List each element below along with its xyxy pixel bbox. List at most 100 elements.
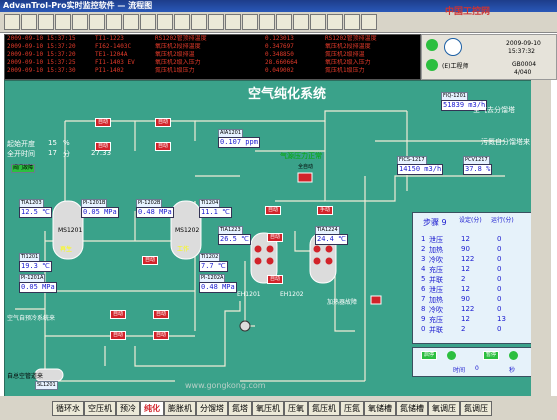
nav-tab[interactable]: 循环水 — [52, 401, 84, 416]
step-name: 冷吹 — [429, 256, 443, 264]
alarm-tag: PI1-1402 — [95, 67, 124, 74]
auto-button[interactable]: 自动 — [110, 331, 127, 340]
auto-button[interactable]: 自动 — [110, 310, 127, 319]
step-name: 冷吹 — [429, 306, 443, 314]
auto-button[interactable]: 自动 — [95, 118, 112, 127]
tia1224-value: 24.4 ℃ — [315, 234, 348, 245]
toolbar-button[interactable] — [4, 14, 20, 30]
toolbar-button[interactable] — [123, 14, 139, 30]
step-row: 0 并联 2 0 — [413, 325, 531, 335]
heater-fault-label: 加热器故障 — [327, 299, 358, 306]
step-set[interactable]: 12 — [461, 265, 470, 273]
ms1201-label: MS1201 — [58, 227, 83, 234]
valve-fault-indicator: 阀门故障 — [11, 164, 36, 173]
toolbar-button[interactable] — [89, 14, 105, 30]
step-name: 加热 — [429, 246, 443, 254]
step-set[interactable]: 12 — [461, 315, 470, 323]
date-label: 2009-09-10 — [506, 40, 541, 47]
toolbar-button[interactable] — [293, 14, 309, 30]
toolbar-button[interactable] — [174, 14, 190, 30]
step-set[interactable]: 2 — [461, 325, 465, 333]
nav-tab[interactable]: 膨胀机 — [164, 401, 196, 416]
step-set[interactable]: 90 — [461, 295, 470, 303]
alarm-time: 2009-09-10 15:37:20 — [7, 51, 76, 58]
toolbar-button[interactable] — [38, 14, 54, 30]
nav-tab[interactable]: 氮压机 — [308, 401, 340, 416]
toolbar-button[interactable] — [106, 14, 122, 30]
sl1201-tag: SL1201 — [35, 381, 58, 390]
auto-button[interactable]: 自动 — [265, 206, 282, 215]
toolbar-button[interactable] — [361, 14, 377, 30]
toolbar-button[interactable] — [225, 14, 241, 30]
toolbar-button[interactable] — [55, 14, 71, 30]
nav-tab[interactable]: 氧储槽 — [364, 401, 396, 416]
toolbar-button[interactable] — [327, 14, 343, 30]
alarm-row: 2009-09-10 15:37:25 FI1-1403 EV 氧压机2级入压力 28… — [5, 59, 420, 67]
pause-led — [509, 351, 518, 360]
alarm-text: RS1202管顶排温度 — [325, 35, 377, 42]
alarm-desc: 氧压机2段排温度 — [155, 43, 201, 50]
toolbar-button[interactable] — [157, 14, 173, 30]
auto-button[interactable]: 自动 — [155, 142, 172, 151]
time-label: 15:37:32 — [508, 48, 535, 55]
step-row: 4 充压 12 0 — [413, 265, 531, 275]
navigation-bar: 循环水 空压机 预冷 纯化 膨胀机 分馏塔 氮塔 氧压机 压氧 氮压机 压氮 氧储槽 氮储槽 氧调压 氮调压 — [0, 396, 557, 420]
step-set[interactable]: 90 — [461, 245, 470, 253]
auto-button[interactable]: 自动 — [267, 275, 284, 284]
pi1201b-value: 0.05 MPa — [81, 207, 119, 218]
auto-button[interactable]: 自动 — [95, 142, 112, 151]
nav-tab[interactable]: 氮调压 — [460, 401, 492, 416]
step-name: 并联 — [429, 276, 443, 284]
nav-tab[interactable]: 氮储槽 — [396, 401, 428, 416]
nav-tab[interactable]: 分馏塔 — [196, 401, 228, 416]
toolbar-button[interactable] — [208, 14, 224, 30]
alarm-value: 0.347697 — [265, 43, 294, 50]
step-n: 2 — [421, 245, 426, 253]
auto-button[interactable]: 自动 — [153, 331, 170, 340]
manual-button[interactable]: 手动 — [317, 206, 334, 215]
step-n: 5 — [421, 275, 426, 283]
toolbar-button[interactable] — [72, 14, 88, 30]
set-header: 设定(分) — [459, 217, 482, 224]
ms1202-label: MS1202 — [175, 227, 200, 234]
step-name: 泄压 — [429, 286, 443, 294]
pause-button[interactable]: 暂停 — [483, 351, 500, 360]
toolbar-button[interactable] — [191, 14, 207, 30]
toolbar-button[interactable] — [259, 14, 275, 30]
nav-tab[interactable]: 压氧 — [284, 401, 308, 416]
nav-tab[interactable]: 氮塔 — [228, 401, 252, 416]
toolbar-button[interactable] — [140, 14, 156, 30]
alarm-time: 2009-09-10 15:37:15 — [7, 35, 76, 42]
start-opening-value[interactable]: 15 — [48, 139, 57, 147]
step-set[interactable]: 2 — [461, 275, 465, 283]
step-set[interactable]: 12 — [461, 285, 470, 293]
nav-tab[interactable]: 压氮 — [340, 401, 364, 416]
auto-button[interactable]: 自动 — [267, 233, 284, 242]
step-set[interactable]: 122 — [461, 255, 474, 263]
auto-button[interactable]: 自动 — [153, 310, 170, 319]
toolbar-button[interactable] — [344, 14, 360, 30]
step-set[interactable]: 12 — [461, 235, 470, 243]
scrollbar[interactable] — [531, 80, 551, 396]
full-open-time-value[interactable]: 17 — [48, 149, 57, 157]
nav-tab[interactable]: 氧压机 — [252, 401, 284, 416]
step-set[interactable]: 122 — [461, 305, 474, 313]
auto-button[interactable]: 自动 — [155, 118, 172, 127]
toolbar-button[interactable] — [276, 14, 292, 30]
toolbar-button[interactable] — [310, 14, 326, 30]
nav-tab[interactable]: 空压机 — [84, 401, 116, 416]
nav-tab[interactable]: 纯化 — [140, 401, 164, 416]
step-row: 1 泄压 12 0 — [413, 235, 531, 245]
toolbar-button[interactable] — [242, 14, 258, 30]
auto-button[interactable]: 自动 — [142, 256, 159, 265]
nav-tab[interactable]: 氧调压 — [428, 401, 460, 416]
toolbar-button[interactable] — [21, 14, 37, 30]
start-stop-button[interactable]: 启停 — [421, 351, 438, 360]
site-logo: 中国工控网 — [445, 7, 491, 17]
alarm-tag: TE1-1204A — [95, 51, 128, 58]
step-row: 2 加热 90 0 — [413, 245, 531, 255]
ti1201-value: 19.3 ℃ — [19, 261, 52, 272]
nav-tab[interactable]: 预冷 — [116, 401, 140, 416]
time-value: 0 — [475, 365, 479, 372]
step-name: 充压 — [429, 316, 443, 324]
